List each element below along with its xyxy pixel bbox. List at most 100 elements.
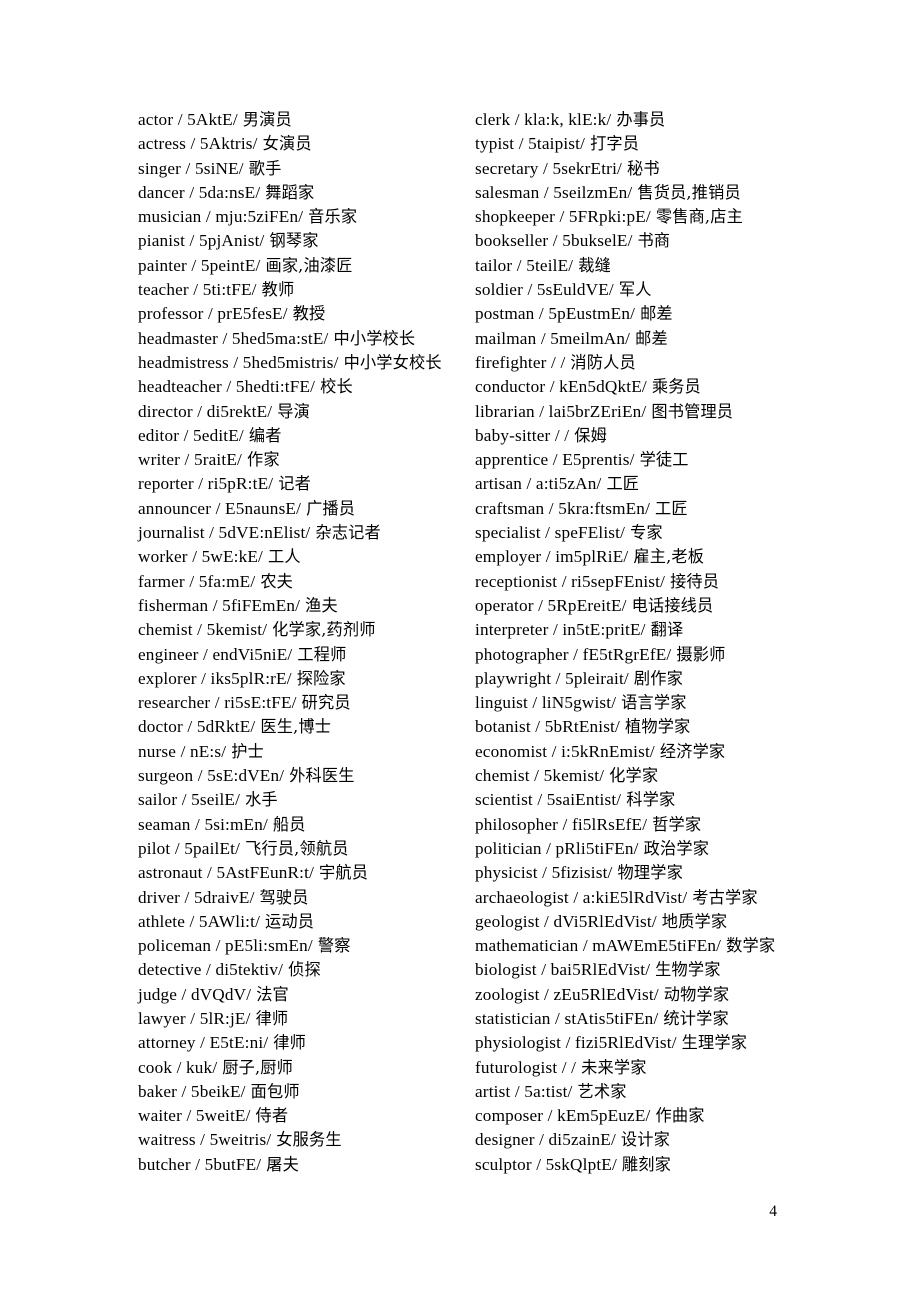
entry-word: waitress [138,1130,196,1150]
entry-word: clerk [475,110,511,129]
entry-gloss: 舞蹈家 [265,182,315,202]
entry-word: bookseller [475,231,549,251]
entry-phonetic: zEu5RlEdVist [553,984,654,1004]
entry-word: judge [138,984,178,1004]
vocabulary-entry: specialist / speFElist/专家 [475,521,835,545]
entry-phonetic-open-slash: / [530,717,545,737]
vocabulary-entry: pianist / 5pjAnist/钢琴家 [138,229,468,253]
vocabulary-entry: musician / mju:5ziFEn/音乐家 [138,205,468,229]
entry-gloss: 歌手 [248,158,282,178]
entry-phonetic-open-slash: / [529,766,544,786]
entry-word: craftsman [475,498,545,518]
entry-phonetic-open-slash: / [536,328,551,348]
entry-word: painter [138,255,187,275]
entry-phonetic: ri5pR:tE [207,474,269,494]
entry-gloss: 统计学家 [663,1008,729,1028]
entry-phonetic: 5peintE [200,255,256,275]
entry-phonetic-close-slash: / [611,1154,617,1174]
entry-gloss: 生理学家 [681,1033,748,1053]
entry-phonetic: endVi5niE [212,644,288,664]
entry-phonetic: 5da:nsE [198,182,256,202]
entry-phonetic-open-slash: / [532,790,547,810]
vocabulary-entry: cook / kuk/厨子,厨师 [138,1056,468,1080]
vocabulary-entry: waitress / 5weitris/女服务生 [138,1128,468,1152]
entry-word: singer [138,158,182,178]
entry-phonetic-open-slash: / [195,1033,210,1053]
entry-phonetic-close-slash: / [645,207,651,227]
entry-word: receptionist [475,571,558,591]
vocabulary-entry: actor / 5AktE/男演员 [138,108,468,132]
vocabulary-entry: artisan / a:ti5zAn/工匠 [475,472,835,496]
entry-word: physicist [475,863,538,883]
entry-word: tailor [475,255,513,275]
entry-phonetic-open-slash: / [195,1130,210,1150]
vocabulary-entry: zoologist / zEu5RlEdVist/动物学家 [475,983,835,1007]
entry-phonetic: 5lR:jE [199,1008,246,1028]
document-page: actor / 5AktE/男演员 actress / 5Aktris/女演员 si… [0,0,920,1302]
entry-word: musician [138,207,202,227]
entry-phonetic: 5meilmAn [550,328,626,348]
vocabulary-entry: linguist / liN5gwist/语言学家 [475,691,835,715]
vocabulary-entry: physiologist / fizi5RlEdVist/生理学家 [475,1031,835,1055]
entry-word: explorer [138,668,197,688]
entry-word: apprentice [475,450,549,470]
vocabulary-columns: actor / 5AktE/男演员 actress / 5Aktris/女演员 si… [0,108,920,1177]
vocabulary-entry: surgeon / 5sE:dVEn/外科医生 [138,764,468,788]
entry-phonetic: 5pjAnist [198,231,260,251]
vocabulary-entry: teacher / 5ti:tFE/教师 [138,278,468,302]
entry-gloss: 屠夫 [266,1154,299,1174]
entry-word: director [138,401,193,421]
entry-phonetic-open-slash: / [204,523,219,543]
vocabulary-entry: headmaster / 5hed5ma:stE/中小学校长 [138,327,468,351]
entry-phonetic-close-slash: / [608,280,614,300]
entry-phonetic: 5RpEreitE [547,595,622,615]
entry-phonetic-close-slash: / [255,911,261,931]
entry-word: soldier [475,280,523,300]
entry-phonetic-open-slash: / [536,960,551,980]
entry-phonetic-open-slash: / [548,620,563,640]
entry-word: employer [475,547,542,567]
vocabulary-entry: chemist / 5kemist/化学家,药剂师 [138,618,468,642]
entry-phonetic-open-slash: / [208,595,223,615]
entry-phonetic-open-slash: / [551,668,566,688]
vocabulary-column-right: clerk / kla:k, klE:k/办事员 typist / 5taipis… [475,108,835,1177]
entry-phonetic-close-slash: / [263,1033,269,1053]
entry-phonetic-open-slash: / [514,134,529,154]
entry-word: philosopher [475,814,559,834]
entry-phonetic-close-slash: / [282,304,288,324]
entry-word: detective [138,960,202,980]
entry-phonetic-close-slash: / [671,1033,677,1053]
vocabulary-entry: policeman / pE5li:smEn/警察 [138,934,468,958]
entry-phonetic-open-slash: / [568,644,583,664]
vocabulary-entry: doctor / 5dRktE/医生,博士 [138,715,468,739]
entry-word: sculptor [475,1154,532,1174]
entry-phonetic-open-slash: / [190,814,205,834]
entry-phonetic-close-slash: / [333,352,339,372]
entry-word: policeman [138,936,212,956]
entry-gloss: 售货员,推销员 [637,182,741,202]
entry-phonetic-close-slash: / [630,304,636,324]
entry-phonetic-close-slash: / [645,960,651,980]
vocabulary-entry: soldier / 5sEuldVE/军人 [475,278,835,302]
entry-phonetic: pE5li:smEn [225,936,308,956]
entry-word: athlete [138,911,186,931]
entry-phonetic-close-slash: / [268,474,274,494]
entry-gloss: 军人 [618,280,652,300]
entry-phonetic-close-slash: / [238,158,244,178]
vocabulary-entry: physicist / 5fizisist/物理学家 [475,861,835,885]
entry-phonetic: prE5fesE [217,304,283,324]
entry-phonetic-close-slash: / [607,863,613,883]
entry-phonetic: kEm5pEuzE [557,1106,646,1126]
vocabulary-entry: salesman / 5seilzmEn/售货员,推销员 [475,181,835,205]
entry-phonetic-close-slash: / [249,887,255,907]
vocabulary-entry: shopkeeper / 5FRpki:pE/零售商,店主 [475,205,835,229]
entry-phonetic: 5dVE:nElist [218,523,306,543]
entry-gloss: 邮差 [635,328,668,348]
vocabulary-entry: singer / 5siNE/歌手 [138,157,468,181]
entry-gloss: 生物学家 [655,960,721,980]
entry-phonetic: 5kra:ftsmEn [558,498,646,518]
vocabulary-entry: driver / 5draivE/驾驶员 [138,886,468,910]
vocabulary-entry: director / di5rektE/导演 [138,400,468,424]
vocabulary-entry: professor / prE5fesE/教授 [138,302,468,326]
vocabulary-entry: biologist / bai5RlEdVist/生物学家 [475,958,835,982]
